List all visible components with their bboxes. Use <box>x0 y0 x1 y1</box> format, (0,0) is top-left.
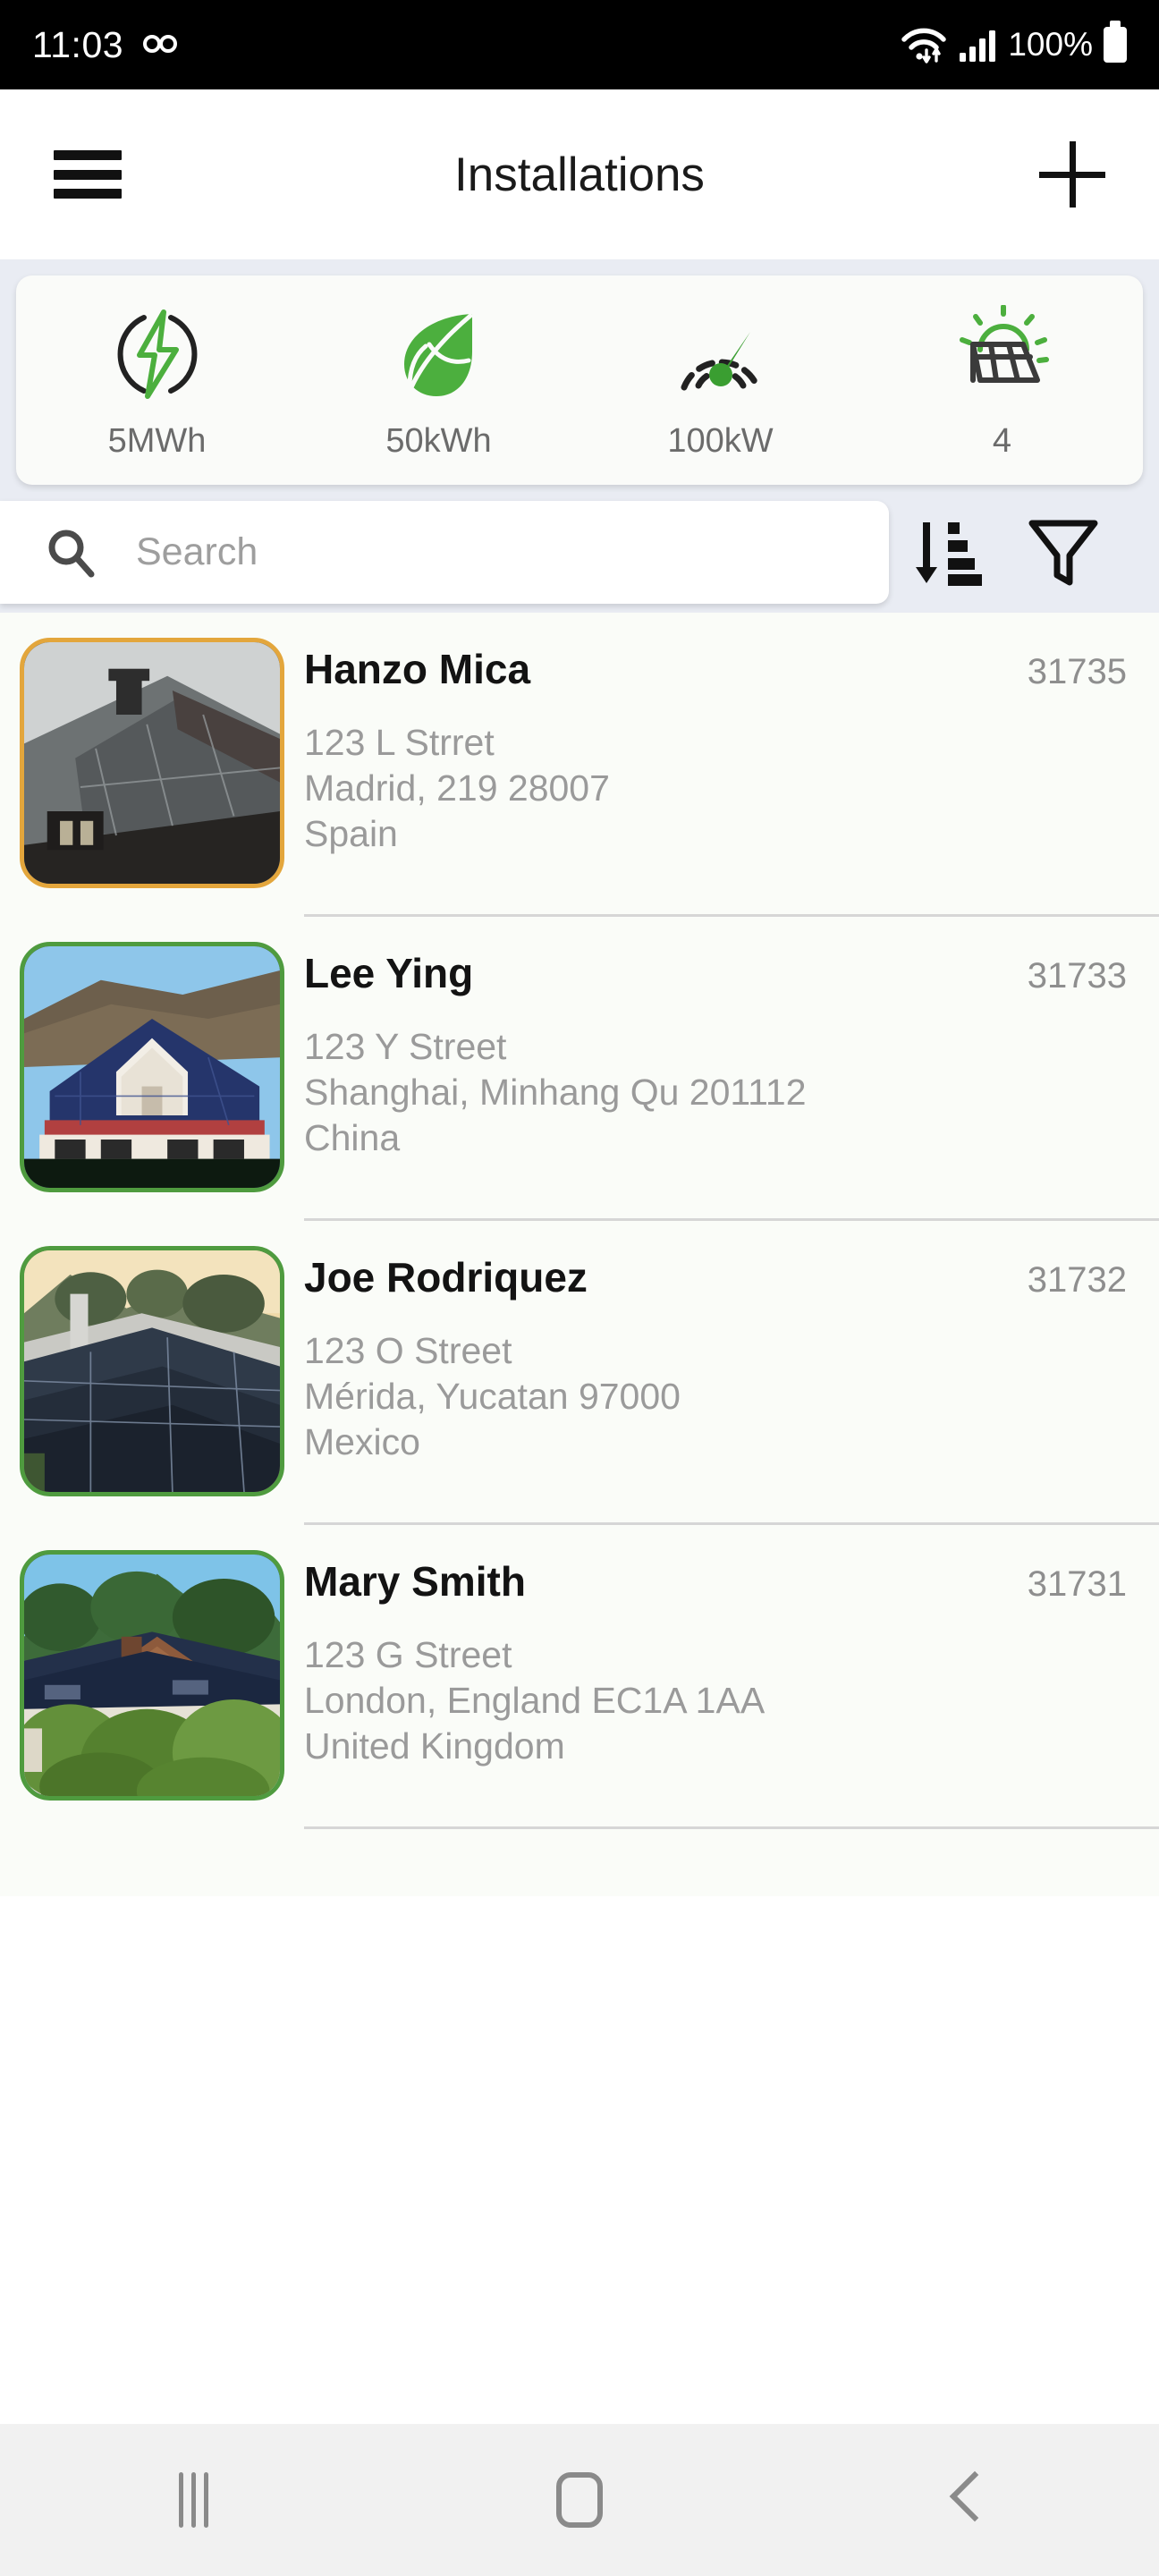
recents-button[interactable] <box>0 2472 386 2528</box>
home-button[interactable] <box>386 2472 773 2528</box>
row-content: Joe Rodriquez 31732 123 O Street Mérida,… <box>304 1237 1159 1464</box>
stat-installation-count[interactable]: 4 <box>861 301 1143 461</box>
address-line-2: Shanghai, Minhang Qu 201112 <box>304 1071 807 1113</box>
status-bar: 11:03 100% <box>0 0 1159 89</box>
filter-funnel-icon[interactable] <box>1005 501 1121 604</box>
address-line-1: 123 Y Street <box>304 1026 507 1067</box>
installations-list: Hanzo Mica 31735 123 L Strret Madrid, 21… <box>0 613 1159 1896</box>
stat-co2-saved[interactable]: 50kWh <box>298 301 580 461</box>
address-line-3: Spain <box>304 812 398 854</box>
voicemail-icon <box>143 35 179 55</box>
solar-panel-sun-icon <box>949 301 1056 408</box>
installation-address: 123 G Street London, England EC1A 1AA Un… <box>304 1632 1127 1768</box>
address-line-3: China <box>304 1116 401 1158</box>
row-divider <box>304 1826 1159 1829</box>
app-bar: Installations <box>0 89 1159 259</box>
stat-value: 4 <box>992 421 1012 460</box>
installation-id: 31732 <box>1027 1260 1127 1300</box>
stat-peak-power[interactable]: 100kW <box>580 301 861 461</box>
table-row[interactable]: Lee Ying 31733 123 Y Street Shanghai, Mi… <box>0 917 1159 1221</box>
row-header: Joe Rodriquez 31732 <box>304 1253 1127 1301</box>
thumbnail-cell <box>0 933 304 1192</box>
address-line-3: United Kingdom <box>304 1724 565 1767</box>
installation-address: 123 O Street Mérida, Yucatan 97000 Mexic… <box>304 1328 1127 1464</box>
plus-icon[interactable] <box>1039 141 1105 208</box>
address-line-2: Mérida, Yucatan 97000 <box>304 1375 681 1417</box>
installation-name: Joe Rodriquez <box>304 1254 588 1301</box>
row-header: Hanzo Mica 31735 <box>304 645 1127 693</box>
android-navigation-bar <box>0 2424 1159 2576</box>
table-row[interactable]: Mary Smith 31731 123 G Street London, En… <box>0 1525 1159 1829</box>
page-title: Installations <box>454 148 705 201</box>
installation-thumbnail[interactable] <box>20 942 284 1192</box>
battery-full-icon <box>1104 21 1127 63</box>
status-bar-clock: 11:03 <box>32 23 124 65</box>
installation-thumbnail[interactable] <box>20 1550 284 1801</box>
address-line-1: 123 L Strret <box>304 722 495 763</box>
lightning-bolt-icon <box>104 301 211 408</box>
stat-value: 5MWh <box>107 421 207 460</box>
installation-thumbnail[interactable] <box>20 1246 284 1496</box>
installation-name: Hanzo Mica <box>304 646 531 692</box>
row-content: Lee Ying 31733 123 Y Street Shanghai, Mi… <box>304 933 1159 1160</box>
installation-id: 31735 <box>1027 652 1127 691</box>
gauge-icon <box>667 301 774 408</box>
stat-value: 50kWh <box>385 421 492 460</box>
thumbnail-cell <box>0 1541 304 1801</box>
address-line-2: Madrid, 219 28007 <box>304 767 610 809</box>
installation-thumbnail[interactable] <box>20 638 284 888</box>
row-header: Mary Smith 31731 <box>304 1557 1127 1606</box>
phone-screen: 11:03 100% Installations 5MWh 50kWh 100k… <box>0 0 1159 2576</box>
installation-address: 123 L Strret Madrid, 219 28007 Spain <box>304 720 1127 856</box>
home-icon <box>556 2472 603 2528</box>
row-content: Mary Smith 31731 123 G Street London, En… <box>304 1541 1159 1768</box>
table-row[interactable]: Hanzo Mica 31735 123 L Strret Madrid, 21… <box>0 613 1159 917</box>
back-icon <box>948 2470 984 2529</box>
back-button[interactable] <box>773 2470 1159 2529</box>
wifi-icon <box>901 25 947 64</box>
status-bar-left: 11:03 <box>32 24 179 66</box>
cellular-signal-icon <box>958 27 997 63</box>
recents-icon <box>178 2472 208 2528</box>
leaf-icon <box>385 301 493 408</box>
stats-card: 5MWh 50kWh 100kW 4 <box>16 275 1143 485</box>
address-line-1: 123 G Street <box>304 1634 512 1675</box>
thumbnail-cell <box>0 1237 304 1496</box>
sort-descending-icon[interactable] <box>889 501 1005 604</box>
stat-value: 100kW <box>667 421 774 460</box>
stats-panel: 5MWh 50kWh 100kW 4 <box>0 259 1159 492</box>
address-line-1: 123 O Street <box>304 1330 512 1371</box>
status-bar-right: 100% <box>901 21 1127 64</box>
installation-name: Lee Ying <box>304 950 474 996</box>
row-content: Hanzo Mica 31735 123 L Strret Madrid, 21… <box>304 629 1159 856</box>
installation-id: 31733 <box>1027 956 1127 996</box>
installation-address: 123 Y Street Shanghai, Minhang Qu 201112… <box>304 1024 1127 1160</box>
address-line-2: London, England EC1A 1AA <box>304 1679 766 1721</box>
address-line-3: Mexico <box>304 1420 420 1462</box>
search-icon <box>43 525 98 580</box>
row-header: Lee Ying 31733 <box>304 949 1127 997</box>
battery-percent-label: 100% <box>1008 26 1093 63</box>
search-row <box>0 492 1159 613</box>
installation-id: 31731 <box>1027 1564 1127 1604</box>
thumbnail-cell <box>0 629 304 888</box>
installation-name: Mary Smith <box>304 1558 526 1605</box>
table-row[interactable]: Joe Rodriquez 31732 123 O Street Mérida,… <box>0 1221 1159 1525</box>
stat-energy-total[interactable]: 5MWh <box>16 301 298 461</box>
search-box[interactable] <box>0 501 889 604</box>
hamburger-menu-icon[interactable] <box>54 150 122 199</box>
search-input[interactable] <box>136 525 833 580</box>
